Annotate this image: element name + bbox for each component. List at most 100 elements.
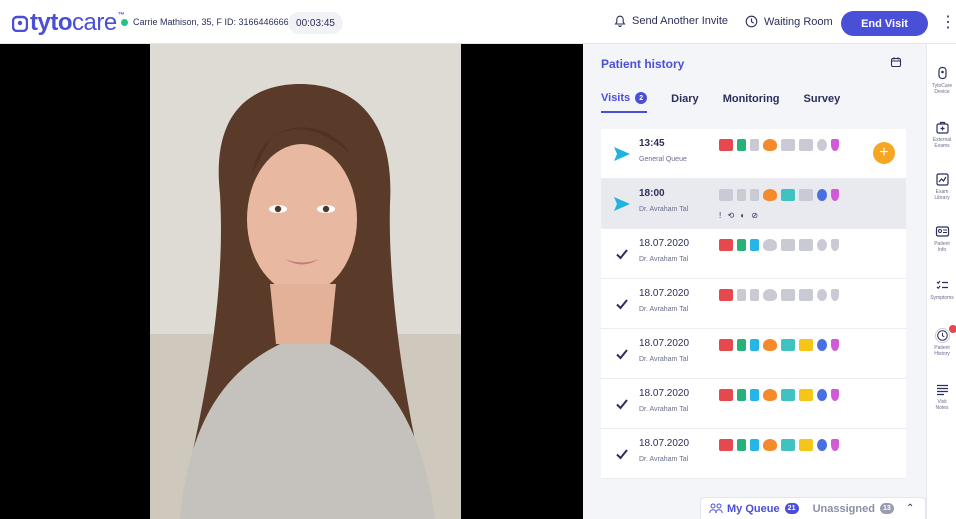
ecg-exam-icon bbox=[719, 139, 733, 151]
nav-item-label: Exam Library bbox=[934, 189, 950, 201]
right-side-nav: TytoCare Device External Exams Exam Librar… bbox=[926, 44, 956, 519]
tab-monitoring[interactable]: Monitoring bbox=[723, 92, 780, 113]
unassigned-label: Unassigned bbox=[812, 502, 875, 515]
waiting-room-button[interactable]: Waiting Room bbox=[745, 15, 833, 28]
ear-exam-icon bbox=[750, 189, 759, 201]
tab-diary[interactable]: Diary bbox=[671, 92, 699, 113]
heart-exam-icon bbox=[763, 239, 777, 251]
visit-clinician: Dr. Avraham Tal bbox=[639, 356, 689, 363]
add-visit-exam-button[interactable]: + bbox=[873, 142, 895, 164]
send-another-invite-button[interactable]: Send Another Invite bbox=[614, 15, 728, 27]
throat-exam-icon bbox=[799, 389, 813, 401]
patient-video-illustration bbox=[150, 44, 461, 519]
ear-exam-icon bbox=[750, 439, 759, 451]
nav-item-exam-library[interactable]: Exam Library bbox=[927, 172, 956, 201]
ear-exam-icon bbox=[750, 239, 759, 251]
lungs-sound-exam-icon bbox=[737, 289, 746, 301]
visit-time: 18.07.2020 bbox=[639, 238, 690, 249]
lungs-exam-icon bbox=[781, 139, 795, 151]
ecg-exam-icon bbox=[719, 289, 733, 301]
online-status-dot bbox=[121, 18, 128, 26]
temperature-exam-icon bbox=[831, 389, 839, 401]
exam-icons bbox=[719, 289, 843, 301]
nav-item-label: Visit Notes bbox=[935, 399, 949, 411]
nav-item-patient-history[interactable]: Patient History bbox=[927, 325, 956, 357]
unassigned-tab[interactable]: Unassigned 13 bbox=[813, 503, 894, 515]
nav-item-label: Patient Info bbox=[934, 241, 950, 253]
visit-timer: 00:03:45 bbox=[288, 12, 343, 34]
exam-icons bbox=[719, 139, 843, 151]
throat-exam-icon bbox=[799, 139, 813, 151]
tytocare-device-icon bbox=[937, 66, 947, 80]
visit-clinician: Dr. Avraham Tal bbox=[639, 256, 689, 263]
patient-video-image bbox=[150, 44, 461, 519]
nav-item-visit-notes[interactable]: Visit Notes bbox=[927, 382, 956, 411]
logo-text-bold: tyto bbox=[30, 9, 73, 36]
visit-clinician: Dr. Avraham Tal bbox=[639, 206, 689, 213]
exam-icons bbox=[719, 389, 843, 401]
visit-time: 13:45 bbox=[639, 138, 665, 149]
video-feed-area bbox=[0, 44, 583, 519]
nav-item-external-exams[interactable]: External Exams bbox=[927, 120, 956, 149]
lungs-sound-exam-icon bbox=[737, 239, 746, 251]
skin-exam-icon bbox=[817, 289, 827, 301]
visit-row[interactable]: 18.07.2020 Dr. Avraham Tal bbox=[601, 379, 906, 429]
end-visit-button[interactable]: End Visit bbox=[841, 11, 928, 36]
nav-item-label: Patient History bbox=[934, 345, 950, 357]
heart-exam-icon bbox=[763, 439, 777, 451]
exam-icons bbox=[719, 439, 843, 451]
ear-exam-icon bbox=[750, 289, 759, 301]
exam-icons bbox=[719, 239, 843, 251]
skin-exam-icon bbox=[817, 239, 827, 251]
visit-time: 18:00 bbox=[639, 188, 665, 199]
my-queue-label: My Queue bbox=[727, 502, 780, 515]
visit-time: 18.07.2020 bbox=[639, 438, 690, 449]
patient-info-text: Carrie Mathison, 35, F ID: 31664466666 bbox=[133, 17, 294, 27]
ecg-exam-icon bbox=[719, 389, 733, 401]
ecg-exam-icon bbox=[719, 439, 733, 451]
visit-time: 18.07.2020 bbox=[639, 288, 690, 299]
skin-exam-icon bbox=[817, 139, 827, 151]
patient-history-icon bbox=[934, 328, 950, 343]
lungs-exam-icon bbox=[781, 289, 795, 301]
visit-row[interactable]: 18.07.2020 Dr. Avraham Tal bbox=[601, 229, 906, 279]
collapse-queue-chevron-icon[interactable]: ⌃ bbox=[906, 503, 914, 514]
history-tabs: Visits 2 Diary Monitoring Survey bbox=[601, 92, 864, 113]
ear-exam-icon bbox=[750, 339, 759, 351]
nav-item-label: TytoCare Device bbox=[931, 83, 953, 95]
tab-survey-label: Survey bbox=[803, 93, 841, 105]
patient-info: Carrie Mathison, 35, F ID: 31664466666 bbox=[121, 17, 294, 27]
tab-visits-count: 2 bbox=[635, 92, 648, 104]
nav-item-tytocare-device[interactable]: TytoCare Device bbox=[927, 66, 956, 95]
external-exams-icon bbox=[935, 121, 949, 134]
exam-icons bbox=[719, 339, 843, 351]
visit-clinician: General Queue bbox=[639, 156, 687, 163]
my-queue-tab[interactable]: My Queue 21 bbox=[709, 503, 799, 515]
throat-exam-icon bbox=[799, 239, 813, 251]
nav-item-patient-info[interactable]: Patient Info bbox=[927, 224, 956, 253]
notification-badge bbox=[949, 325, 956, 333]
calendar-icon[interactable] bbox=[890, 56, 902, 68]
send-arrow-icon bbox=[614, 197, 630, 211]
visit-row[interactable]: 18.07.2020 Dr. Avraham Tal bbox=[601, 279, 906, 329]
visit-clinician: Dr. Avraham Tal bbox=[639, 406, 689, 413]
visit-row[interactable]: 18:00 Dr. Avraham Tal ! ⟲ ◐ ⊘ bbox=[601, 179, 906, 229]
lungs-exam-icon bbox=[781, 439, 795, 451]
visit-row[interactable]: 18.07.2020 Dr. Avraham Tal bbox=[601, 429, 906, 479]
tab-visits-label: Visits bbox=[601, 92, 631, 104]
visit-row[interactable]: 18.07.2020 Dr. Avraham Tal bbox=[601, 329, 906, 379]
nav-item-symptoms[interactable]: Symptoms bbox=[927, 278, 956, 301]
ecg-exam-icon bbox=[719, 239, 733, 251]
ecg-exam-icon bbox=[719, 339, 733, 351]
queue-bar: My Queue 21 Unassigned 13 ⌃ bbox=[700, 497, 926, 519]
queue-people-icon bbox=[709, 503, 723, 514]
tab-visits[interactable]: Visits 2 bbox=[601, 92, 648, 113]
skin-exam-icon bbox=[817, 189, 827, 201]
more-options-icon[interactable]: ⋮ bbox=[940, 14, 956, 32]
visit-row[interactable]: 13:45 General Queue + bbox=[601, 129, 906, 179]
throat-exam-icon bbox=[799, 289, 813, 301]
logo-text-light: care bbox=[72, 9, 117, 36]
tab-survey[interactable]: Survey bbox=[804, 92, 841, 113]
temperature-exam-icon bbox=[831, 289, 839, 301]
heart-exam-icon bbox=[763, 389, 777, 401]
